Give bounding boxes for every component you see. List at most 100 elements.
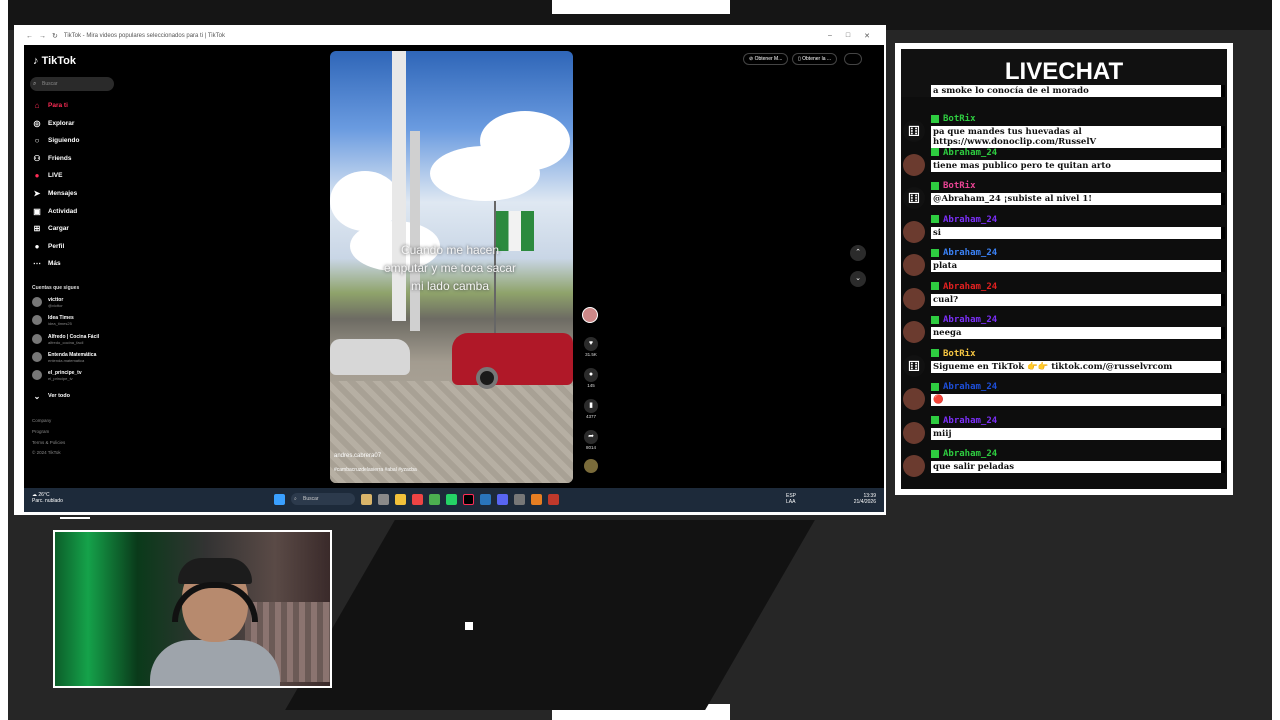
language-indicator[interactable]: ESP LAA	[786, 493, 796, 505]
sidebar-item-perfil[interactable]: ● Perfil	[32, 241, 65, 251]
app-icon[interactable]	[548, 493, 559, 505]
settings-icon[interactable]	[514, 493, 525, 505]
chat-message: ⚅ BotRix Sigueme en TikTok 👉👉 tiktok.com/@…	[901, 348, 1227, 378]
video-hashtags[interactable]: #cambacruzdelasierra #abal #yzacba	[334, 467, 417, 473]
chat-text: neega	[931, 327, 1225, 339]
creator-avatar[interactable]	[582, 307, 598, 323]
following-account[interactable]: Entenda Matemática entenda.matematica	[32, 352, 96, 363]
avatar	[32, 297, 42, 307]
chat-username[interactable]: Abraham_24	[931, 449, 997, 459]
chat-username-text: Abraham_24	[943, 315, 998, 325]
footer-link[interactable]: Company	[32, 418, 51, 423]
get-other-button[interactable]: ▯ Obtener la ...	[792, 53, 838, 65]
share-button[interactable]: ➦ 8014	[580, 430, 602, 450]
following-account[interactable]: el_principe_tv el_principe_tv	[32, 370, 82, 381]
windows-start-icon[interactable]	[274, 493, 285, 505]
app-icon[interactable]	[361, 493, 372, 505]
taskbar-search[interactable]: ⌕ Buscar	[291, 493, 355, 505]
chevron-up-icon[interactable]: ⌃	[850, 245, 866, 261]
chat-username-text: Abraham_24	[943, 248, 998, 258]
sidebar-item-explorar[interactable]: ◎ Explorar	[32, 118, 75, 128]
steam-icon[interactable]	[480, 493, 491, 505]
copyright: © 2024 TikTok	[32, 450, 61, 455]
sidebar-item-para-ti[interactable]: ⌂ Para ti	[32, 100, 68, 110]
following-account[interactable]: Alfredo | Cocina Fácil alfredo_cocina_fac…	[32, 334, 99, 345]
chat-message: Abraham_24 🔴	[901, 381, 1227, 411]
red-car	[452, 333, 573, 385]
chat-username[interactable]: Abraham_24	[931, 315, 997, 325]
verified-icon	[931, 315, 939, 324]
tiktok-icon[interactable]	[463, 493, 474, 505]
avatar	[903, 388, 925, 410]
live-icon: ●	[34, 170, 40, 180]
chat-username[interactable]: BotRix	[931, 114, 976, 124]
sidebar-item-actividad[interactable]: ▣ Actividad	[32, 206, 77, 216]
reload-icon[interactable]: ↻	[52, 32, 58, 40]
like-button[interactable]: ♥ 31.5K	[580, 337, 602, 357]
sidebar-item-friends[interactable]: ⚇ Friends	[32, 153, 71, 163]
search-input[interactable]: ⌕ Buscar	[30, 77, 114, 91]
sidebar-item-mensajes[interactable]: ➤ Mensajes	[32, 188, 78, 198]
back-icon[interactable]: ←	[26, 33, 33, 40]
footer-link[interactable]: Program	[32, 429, 49, 434]
following-account[interactable]: Idea Times idea_times25	[32, 315, 74, 326]
avatar	[32, 315, 42, 325]
upload-icon: ⊞	[33, 223, 41, 233]
chat-username[interactable]: Abraham_24	[931, 215, 997, 225]
chat-text: miij	[931, 427, 1225, 440]
maximize-icon[interactable]: □	[846, 32, 850, 40]
chat-username[interactable]: Abraham_24	[931, 248, 997, 258]
task-view-icon[interactable]	[378, 493, 389, 505]
following-account[interactable]: victtor @victtor	[32, 297, 63, 308]
forward-icon[interactable]: →	[39, 33, 46, 40]
chevron-down-icon[interactable]: ⌄	[850, 271, 866, 287]
chat-username[interactable]: Abraham_24	[931, 382, 997, 392]
see-all-link[interactable]: ⌄ Ver todo	[32, 391, 70, 401]
clock[interactable]: 13:39 21/4/2026	[854, 493, 876, 505]
share-count: 8014	[585, 445, 596, 450]
app-icon[interactable]	[531, 493, 542, 505]
avatar	[32, 334, 42, 344]
sidebar-item-live[interactable]: ● LIVE	[32, 170, 63, 180]
chat-username-text: Abraham_24	[943, 415, 998, 426]
chat-text: que salir peladas	[931, 461, 1225, 473]
compass-icon: ◎	[33, 118, 41, 128]
music-disc-icon	[584, 459, 598, 473]
chat-text: 🔴	[931, 394, 1225, 406]
webcam-feed	[53, 530, 332, 688]
get-app-button[interactable]: ⊘ Obtener M...	[743, 53, 789, 65]
avatar	[903, 421, 925, 444]
whatsapp-icon[interactable]	[446, 493, 457, 505]
friends-icon: ⚇	[33, 153, 41, 163]
wheel	[476, 367, 498, 389]
avatar	[903, 287, 925, 310]
minimize-icon[interactable]: –	[828, 32, 832, 40]
comment-button[interactable]: ● 145	[580, 368, 602, 388]
chat-text: @Abraham_24 ¡subiste al nivel 1!	[931, 193, 1225, 205]
chrome-icon[interactable]	[429, 493, 440, 505]
music-disc[interactable]	[580, 459, 602, 473]
file-explorer-icon[interactable]	[395, 493, 406, 505]
close-icon[interactable]: ✕	[864, 32, 870, 40]
chat-username[interactable]: Abraham_24	[931, 282, 997, 292]
home-icon: ⌂	[34, 100, 40, 110]
sidebar-item-cargar[interactable]: ⊞ Cargar	[32, 223, 69, 233]
chat-username[interactable]: BotRix	[931, 181, 976, 191]
save-button[interactable]: ▮ 4377	[580, 399, 602, 419]
video-author[interactable]: andres.cabrera07	[334, 453, 381, 459]
video-player[interactable]: Cuando me hacen emputar y me toca sacar …	[330, 51, 573, 483]
chat-username[interactable]: Abraham_24	[931, 148, 997, 158]
sidebar-item-mas[interactable]: ⋯ Más	[32, 258, 61, 268]
user-icon[interactable]	[844, 53, 862, 65]
footer-link[interactable]: Terms & Policies	[32, 440, 65, 445]
chat-text: a smoke lo conocía de el morado	[931, 85, 1225, 97]
chat-username[interactable]: Abraham_24	[931, 416, 997, 426]
sidebar-item-siguiendo[interactable]: ○ Siguiendo	[32, 135, 80, 145]
search-icon: ⌕	[33, 81, 37, 87]
chat-username[interactable]: BotRix	[931, 349, 976, 359]
discord-icon[interactable]	[497, 493, 508, 505]
weather-widget[interactable]: ☁ 26°C Parc. nublado	[32, 492, 63, 504]
tiktok-logo[interactable]: ♪ TikTok	[33, 55, 76, 67]
brave-icon[interactable]	[412, 493, 423, 505]
chat-username-text: Abraham_24	[943, 281, 998, 292]
